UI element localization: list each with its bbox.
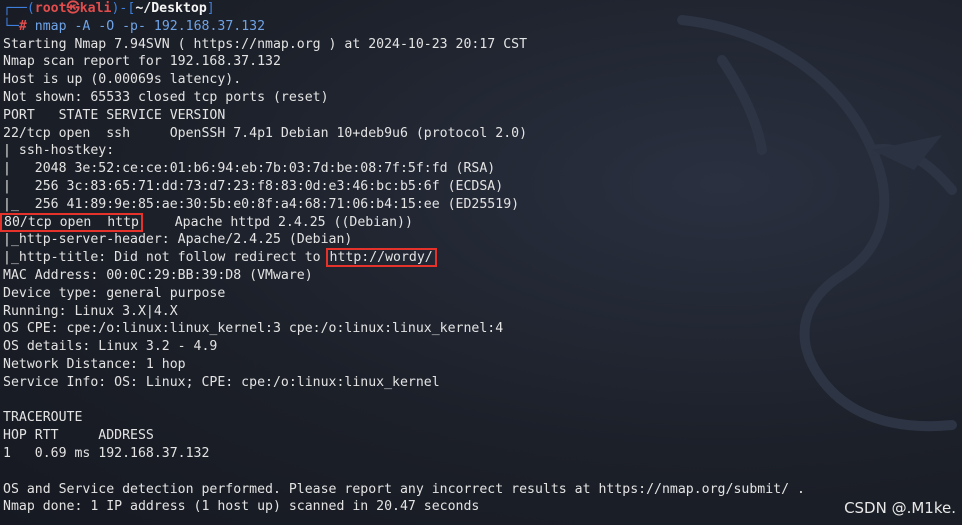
output-line-blank (3, 392, 962, 410)
output-line: Starting Nmap 7.94SVN ( https://nmap.org… (3, 36, 528, 52)
output-line: PORT STATE SERVICE VERSION (3, 107, 226, 123)
terminal-output: ┌──(root㉿kali)-[~/Desktop] └─# nmap -A -… (0, 0, 962, 516)
output-line-http-port: 80/tcp open http Apache httpd 2.4.25 ((D… (0, 212, 962, 232)
output-line: | ssh-hostkey: (3, 143, 123, 159)
output-line: Network Distance: 1 hop (3, 356, 186, 372)
prompt-bracket: └─ (3, 18, 19, 34)
output-line: Host is up (0.00069s latency). (3, 72, 242, 88)
output-line: |_ 256 41:89:9e:85:ae:30:5b:e0:8f:a4:68:… (3, 196, 520, 212)
highlight-box-url: http://wordy/ (325, 248, 437, 268)
prompt-bracket: ┌──( (3, 1, 35, 16)
output-segment: |_http-title: Did not follow redirect to (3, 250, 329, 266)
prompt-hash: # (18, 18, 27, 34)
output-line: 22/tcp open ssh OpenSSH 7.4p1 Debian 10+… (3, 125, 528, 141)
prompt-user: root㉿kali (34, 1, 112, 16)
output-line: | 256 3c:83:65:71:dd:73:d7:23:f8:83:0d:e… (3, 178, 504, 194)
output-line-blank (3, 463, 962, 481)
prompt-bracket: ] (206, 1, 215, 16)
output-line: Not shown: 65533 closed tcp ports (reset… (3, 89, 329, 105)
output-line: Device type: general purpose (3, 285, 226, 301)
highlight-box-port: 80/tcp open http (0, 212, 143, 232)
output-line: | 2048 3e:52:ce:ce:01:b6:94:eb:7b:03:7d:… (3, 161, 496, 177)
prompt-bracket: )-[ (111, 1, 136, 16)
output-line: TRACEROUTE (3, 410, 83, 426)
output-line: Nmap done: 1 IP address (1 host up) scan… (3, 499, 480, 515)
output-line: OS and Service detection performed. Plea… (3, 481, 805, 497)
output-line: OS details: Linux 3.2 - 4.9 (3, 339, 218, 355)
output-line: OS CPE: cpe:/o:linux:linux_kernel:3 cpe:… (3, 321, 504, 337)
output-line: Service Info: OS: Linux; CPE: cpe:/o:lin… (3, 374, 440, 390)
prompt-line-1: ┌──(root㉿kali)-[~/Desktop] (3, 0, 962, 18)
command-text: nmap -A -O -p- 192.168.37.132 (26, 18, 266, 34)
prompt-path: ~/Desktop (135, 1, 207, 16)
output-line-http-title: |_http-title: Did not follow redirect to… (3, 248, 962, 268)
output-line: Running: Linux 3.X|4.X (3, 303, 178, 319)
output-line: 1 0.69 ms 192.168.37.132 (3, 445, 210, 461)
prompt-line-2[interactable]: └─# nmap -A -O -p- 192.168.37.132 (3, 18, 962, 36)
output-line: HOP RTT ADDRESS (3, 428, 154, 444)
output-line: Nmap scan report for 192.168.37.132 (3, 54, 281, 70)
csdn-watermark: CSDN @.M1ke. (844, 499, 956, 517)
terminal-window[interactable]: ┌──(root㉿kali)-[~/Desktop] └─# nmap -A -… (0, 0, 962, 525)
output-line: |_http-server-header: Apache/2.4.25 (Deb… (3, 232, 353, 248)
output-line: MAC Address: 00:0C:29:BB:39:D8 (VMware) (3, 267, 313, 283)
output-segment: Apache httpd 2.4.25 ((Debian)) (142, 214, 413, 230)
